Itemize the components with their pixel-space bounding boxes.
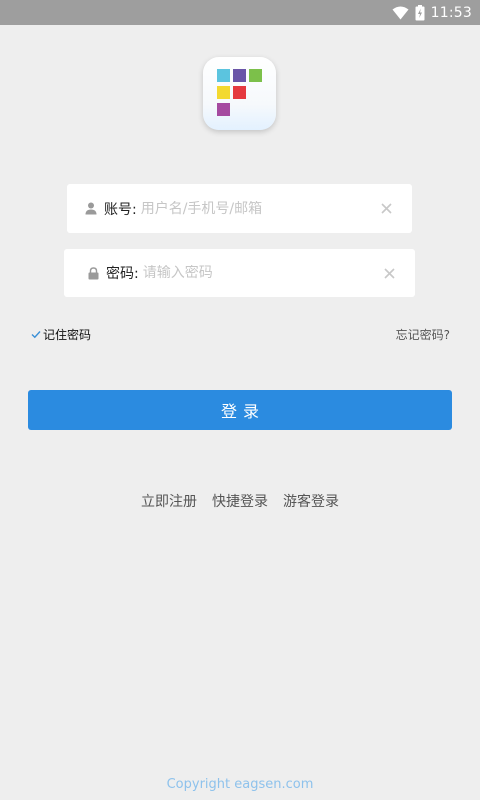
login-button[interactable]: 登录	[28, 390, 452, 430]
app-logo	[203, 57, 276, 130]
remember-password-checkbox[interactable]: 记住密码	[31, 326, 91, 343]
password-field[interactable]: 密码:	[64, 249, 415, 297]
clear-password-icon[interactable]	[383, 267, 395, 279]
password-label: 密码:	[106, 266, 139, 282]
logo-square	[249, 69, 262, 82]
logo-square	[217, 69, 230, 82]
wifi-icon	[392, 6, 409, 20]
copyright-text: Copyright eagsen.com	[166, 777, 314, 792]
quick-login-link[interactable]: 快捷登录	[212, 491, 268, 511]
status-bar: 11:53	[0, 0, 480, 25]
forgot-password-link[interactable]: 忘记密码?	[396, 326, 450, 343]
logo-square	[233, 69, 246, 82]
clear-account-icon[interactable]	[380, 203, 392, 215]
logo-square	[217, 86, 230, 99]
checkmark-icon	[31, 330, 41, 339]
password-input[interactable]	[142, 265, 383, 281]
account-input[interactable]	[140, 200, 380, 217]
status-time: 11:53	[430, 4, 472, 21]
lock-icon	[86, 266, 100, 280]
account-field[interactable]: 账号:	[67, 184, 412, 233]
remember-password-label: 记住密码	[43, 328, 92, 342]
account-label: 账号:	[104, 201, 137, 218]
register-link[interactable]: 立即注册	[141, 491, 197, 511]
status-right: 11:53	[392, 0, 472, 25]
user-icon	[84, 202, 98, 216]
guest-login-link[interactable]: 游客登录	[283, 491, 339, 511]
battery-icon	[415, 4, 425, 21]
logo-square	[233, 86, 246, 99]
logo-square	[217, 103, 230, 116]
secondary-links: 立即注册 快捷登录 游客登录	[0, 491, 480, 511]
